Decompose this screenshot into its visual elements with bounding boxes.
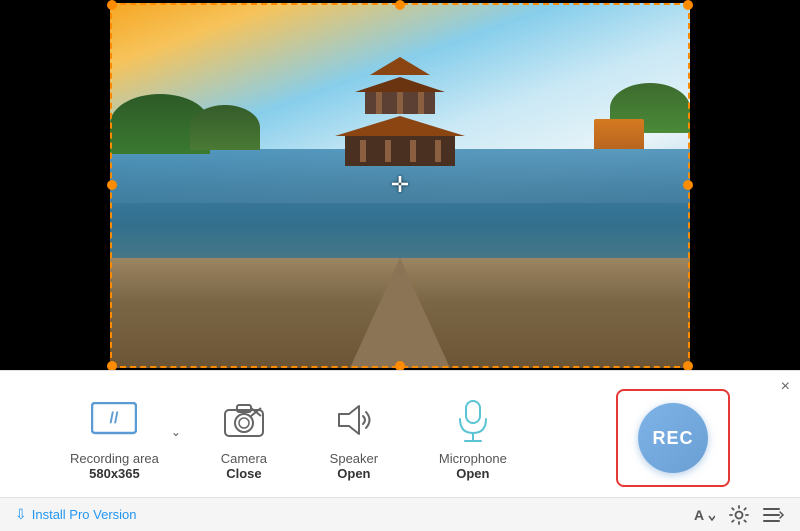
microphone-label: Microphone	[439, 451, 507, 466]
microphone-icon	[448, 395, 498, 445]
camera-icon	[219, 395, 269, 445]
text-annotation-button[interactable]: A	[693, 506, 715, 524]
close-button[interactable]: ×	[781, 379, 790, 395]
microphone-control[interactable]: Microphone Open	[409, 395, 537, 481]
speaker-status: Open	[337, 466, 370, 481]
recording-area-dropdown[interactable]: ⌄	[171, 425, 181, 439]
speaker-label: Speaker	[330, 451, 378, 466]
svg-text:A: A	[694, 507, 704, 523]
recording-area-label: Recording area	[70, 451, 159, 466]
speaker-icon	[329, 395, 379, 445]
monitor-icon: //	[89, 395, 139, 445]
rec-button-label: REC	[652, 428, 693, 449]
rec-button-container: REC	[616, 389, 730, 487]
pagoda	[335, 57, 465, 166]
menu-button[interactable]	[763, 506, 785, 524]
microphone-status: Open	[456, 466, 489, 481]
camera-control[interactable]: Camera Close	[189, 395, 299, 481]
camera-status: Close	[226, 466, 261, 481]
status-bar-right: A	[693, 505, 785, 525]
preview-frame[interactable]: ✛	[110, 3, 690, 368]
landscape-photo	[110, 3, 690, 368]
status-bar: ⇩ Install Pro Version A	[0, 497, 800, 531]
rec-button[interactable]: REC	[638, 403, 708, 473]
recording-area-value: 580x365	[89, 466, 140, 481]
speaker-control[interactable]: Speaker Open	[299, 395, 409, 481]
settings-button[interactable]	[729, 505, 749, 525]
svg-text://: //	[110, 410, 119, 427]
toolbar-controls: // Recording area 580x365 ⌄	[0, 371, 800, 497]
recording-area-control[interactable]: // Recording area 580x365 ⌄	[40, 395, 189, 481]
canvas-area: ✛	[0, 0, 800, 370]
download-icon: ⇩	[15, 506, 27, 523]
toolbar: × // Recording area 580x365 ⌄	[0, 370, 800, 531]
install-pro-label: Install Pro Version	[32, 507, 137, 522]
camera-label: Camera	[221, 451, 267, 466]
install-pro-link[interactable]: ⇩ Install Pro Version	[15, 506, 137, 523]
